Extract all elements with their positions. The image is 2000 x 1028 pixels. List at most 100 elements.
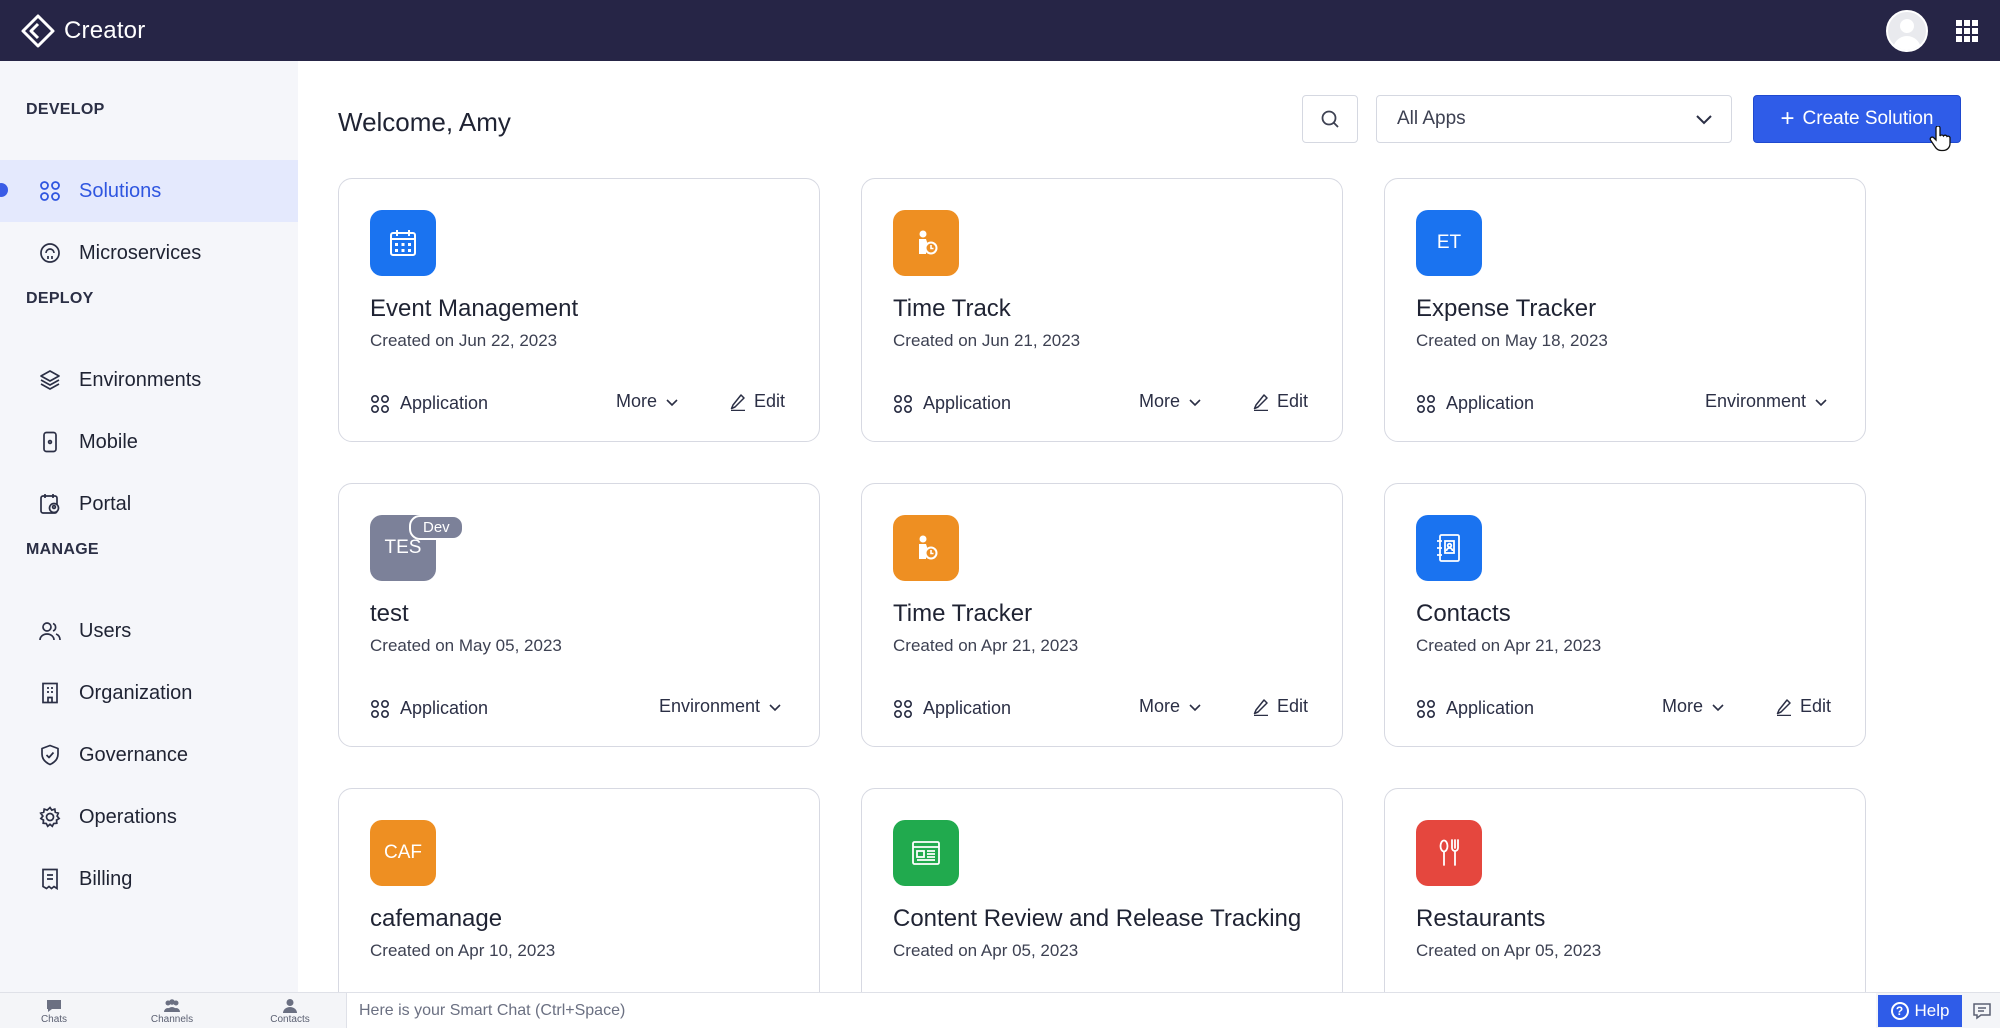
sidebar-item-environments[interactable]: Environments	[0, 349, 298, 411]
browser-window-icon	[912, 841, 940, 865]
more-dropdown[interactable]: More	[1662, 696, 1725, 717]
card-type-label: Application	[400, 393, 489, 413]
chevron-down-icon	[769, 703, 781, 711]
solution-card-expense-tracker[interactable]: ET Expense Tracker Created on May 18, 20…	[1384, 178, 1866, 442]
app-icon	[1416, 515, 1482, 581]
tab-label: Channels	[150, 1013, 194, 1025]
apps-grid-icon	[371, 699, 389, 718]
sidebar-item-label: Governance	[79, 743, 188, 766]
pencil-icon	[730, 393, 745, 411]
apps-grid-icon	[1417, 394, 1435, 413]
tab-label: Contacts	[270, 1013, 310, 1025]
apps-filter-value: All Apps	[1397, 108, 1466, 129]
main-content: Welcome, Amy All Apps + Create Solution …	[298, 61, 2000, 1028]
card-title: Restaurants	[1416, 905, 1546, 932]
card-type: Application	[370, 698, 488, 719]
card-type-label: Application	[923, 393, 1012, 413]
calendar-icon	[390, 230, 416, 256]
apps-grid-icon	[1417, 699, 1435, 718]
environment-dropdown[interactable]: Environment	[659, 696, 782, 717]
edit-button[interactable]: Edit	[730, 391, 785, 412]
person-clock-icon	[919, 535, 938, 560]
card-date: Created on Apr 05, 2023	[1416, 941, 1602, 960]
chat-settings-icon[interactable]	[1972, 1001, 1992, 1021]
solution-card-contacts[interactable]: Contacts Created on Apr 21, 2023 Applica…	[1384, 483, 1866, 747]
environment-label: Environment	[659, 696, 761, 716]
chevron-down-icon	[1189, 398, 1201, 406]
sidebar-item-label: Portal	[79, 492, 132, 515]
person-clock-icon	[919, 230, 938, 255]
card-title: Expense Tracker	[1416, 295, 1597, 322]
edit-label: Edit	[1276, 696, 1308, 716]
sidebar-item-organization[interactable]: Organization	[0, 662, 298, 724]
apps-grid-icon	[40, 181, 60, 201]
sidebar-item-operations[interactable]: Operations	[0, 786, 298, 848]
more-dropdown[interactable]: More	[1139, 391, 1202, 412]
card-title: Time Tracker	[893, 600, 1033, 627]
card-title: cafemanage	[370, 905, 503, 932]
tab-channels[interactable]: Channels	[137, 993, 207, 1028]
group-icon	[164, 998, 180, 1012]
tab-contacts[interactable]: Contacts	[255, 993, 325, 1028]
help-button[interactable]: ? Help	[1878, 995, 1962, 1027]
solution-card-event-management[interactable]: Event Management Created on Jun 22, 2023…	[338, 178, 820, 442]
card-date: Created on Apr 21, 2023	[893, 636, 1079, 655]
user-avatar[interactable]	[1886, 9, 1928, 52]
sidebar-item-microservices[interactable]: Microservices	[0, 222, 298, 284]
solution-card-test[interactable]: TES Dev test Created on May 05, 2023 App…	[338, 483, 820, 747]
app-icon	[1416, 820, 1482, 886]
edit-button[interactable]: Edit	[1253, 696, 1308, 717]
layers-icon	[40, 370, 60, 390]
mobile-icon	[43, 431, 57, 453]
sidebar: DEVELOP Solutions Microservices DEPLOY E…	[0, 61, 298, 992]
smart-chat-input[interactable]: Here is your Smart Chat (Ctrl+Space)	[346, 993, 1876, 1028]
card-type-label: Application	[1446, 393, 1535, 413]
edit-button[interactable]: Edit	[1253, 391, 1308, 412]
solution-card-time-tracker[interactable]: Time Tracker Created on Apr 21, 2023 App…	[861, 483, 1343, 747]
sidebar-item-label: Mobile	[79, 430, 138, 453]
chevron-down-icon	[1712, 703, 1724, 711]
sidebar-item-label: Users	[79, 619, 132, 642]
chevron-down-icon	[666, 398, 678, 406]
card-date: Created on Apr 05, 2023	[893, 941, 1079, 960]
sidebar-item-mobile[interactable]: Mobile	[0, 411, 298, 473]
card-title: Event Management	[370, 295, 579, 322]
smart-chat-placeholder: Here is your Smart Chat (Ctrl+Space)	[359, 1002, 626, 1019]
receipt-icon	[42, 868, 58, 890]
section-deploy: DEPLOY	[26, 290, 94, 307]
apps-grid-icon	[371, 394, 389, 413]
dev-badge: Dev	[409, 515, 464, 540]
app-icon	[893, 210, 959, 276]
sidebar-item-portal[interactable]: Portal	[0, 473, 298, 535]
chevron-down-icon	[1189, 703, 1201, 711]
edit-button[interactable]: Edit	[1776, 696, 1831, 717]
more-dropdown[interactable]: More	[616, 391, 679, 412]
building-icon	[42, 682, 58, 704]
apps-grid-icon	[894, 394, 912, 413]
card-date: Created on Jun 21, 2023	[893, 331, 1081, 350]
contact-book-icon	[1437, 534, 1460, 562]
sidebar-item-governance[interactable]: Governance	[0, 724, 298, 786]
card-type: Application	[1416, 393, 1534, 414]
sidebar-item-users[interactable]: Users	[0, 600, 298, 662]
bottom-chat-bar: Chats Channels Contacts Here is your Sma…	[0, 992, 2000, 1028]
sidebar-item-solutions[interactable]: Solutions	[0, 160, 298, 222]
apps-filter-select[interactable]: All Apps	[1376, 95, 1732, 143]
card-date: Created on Apr 10, 2023	[370, 941, 556, 960]
sidebar-item-billing[interactable]: Billing	[0, 848, 298, 910]
plus-icon: +	[1780, 105, 1795, 132]
app-launcher-icon[interactable]	[1956, 19, 1978, 42]
solution-card-time-track[interactable]: Time Track Created on Jun 21, 2023 Appli…	[861, 178, 1343, 442]
brand[interactable]: Creator	[20, 13, 145, 49]
app-icon	[370, 210, 436, 276]
environment-dropdown[interactable]: Environment	[1705, 391, 1828, 412]
section-manage: MANAGE	[26, 541, 99, 558]
edit-label: Edit	[1276, 391, 1308, 411]
more-dropdown[interactable]: More	[1139, 696, 1202, 717]
tab-chats[interactable]: Chats	[19, 993, 89, 1028]
environment-label: Environment	[1705, 391, 1807, 411]
sidebar-item-label: Solutions	[79, 179, 162, 202]
card-type-label: Application	[923, 698, 1012, 718]
search-button[interactable]	[1302, 95, 1358, 143]
person-icon	[283, 998, 297, 1013]
